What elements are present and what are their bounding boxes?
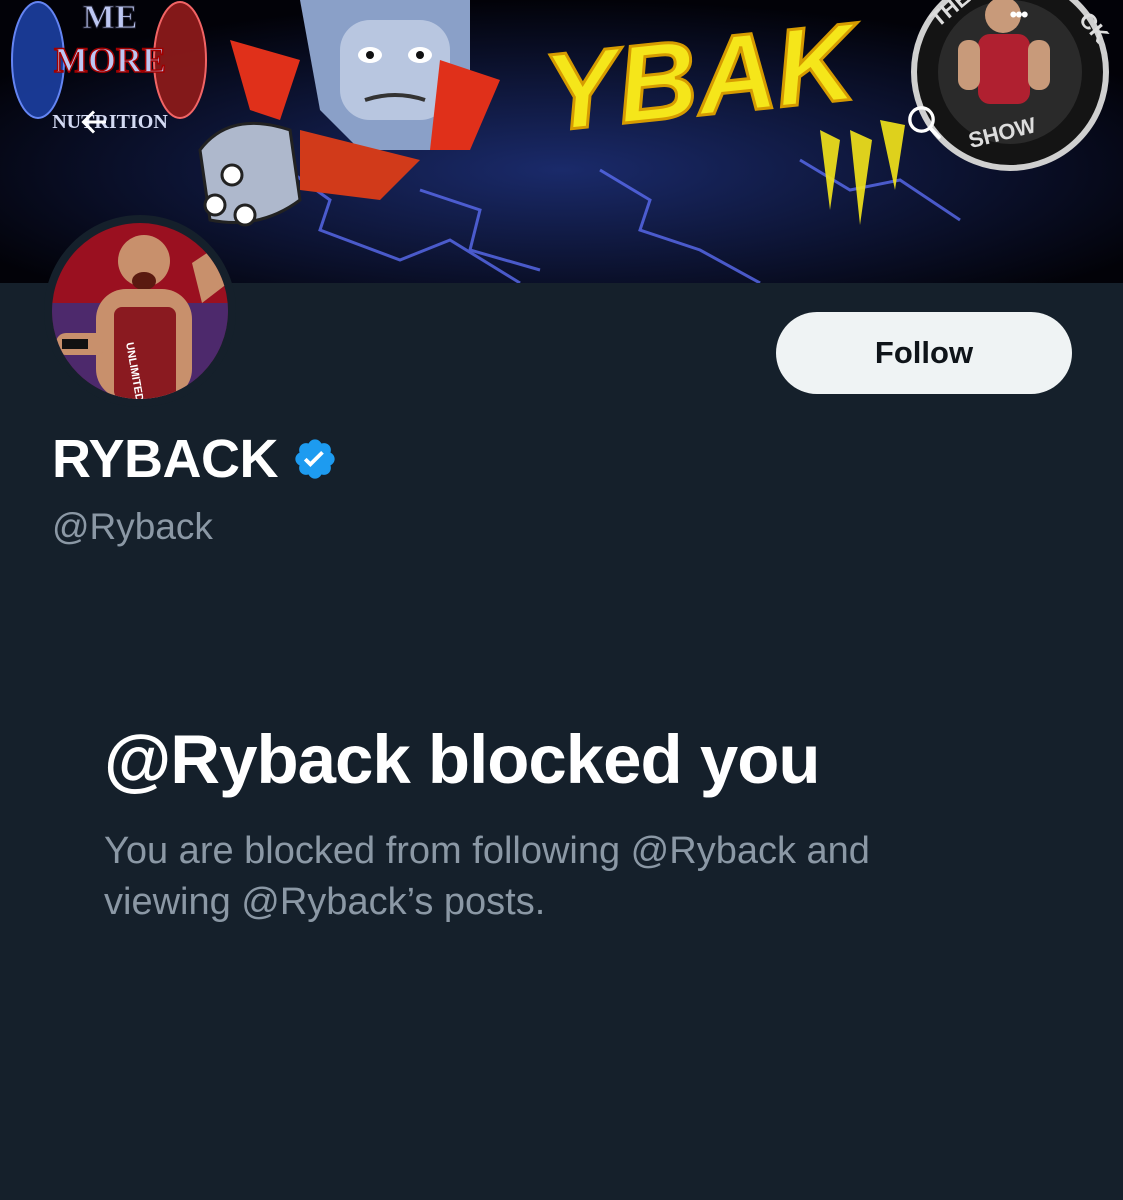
more-options-button[interactable]: ••• xyxy=(990,0,1046,30)
profile-avatar[interactable]: UNLIMITED xyxy=(44,215,236,407)
logo-line-2: MORE xyxy=(54,40,166,80)
follow-button[interactable]: Follow xyxy=(776,312,1072,394)
profile-handle: @Ryback xyxy=(52,506,213,547)
avatar-image: UNLIMITED xyxy=(52,223,228,399)
logo-line-1: ME xyxy=(83,0,138,36)
profile-name-row: RYBACK xyxy=(52,428,338,490)
blocked-description: You are blocked from following @Ryback a… xyxy=(104,830,870,923)
back-button[interactable] xyxy=(66,94,122,150)
blocked-title: @Ryback blocked you xyxy=(104,721,821,798)
more-horizontal-icon: ••• xyxy=(1009,2,1028,27)
arrow-left-icon xyxy=(81,110,106,134)
search-icon xyxy=(908,106,941,139)
search-button[interactable] xyxy=(896,94,952,150)
display-name: RYBACK xyxy=(52,429,279,489)
verified-badge-icon[interactable] xyxy=(292,436,338,487)
